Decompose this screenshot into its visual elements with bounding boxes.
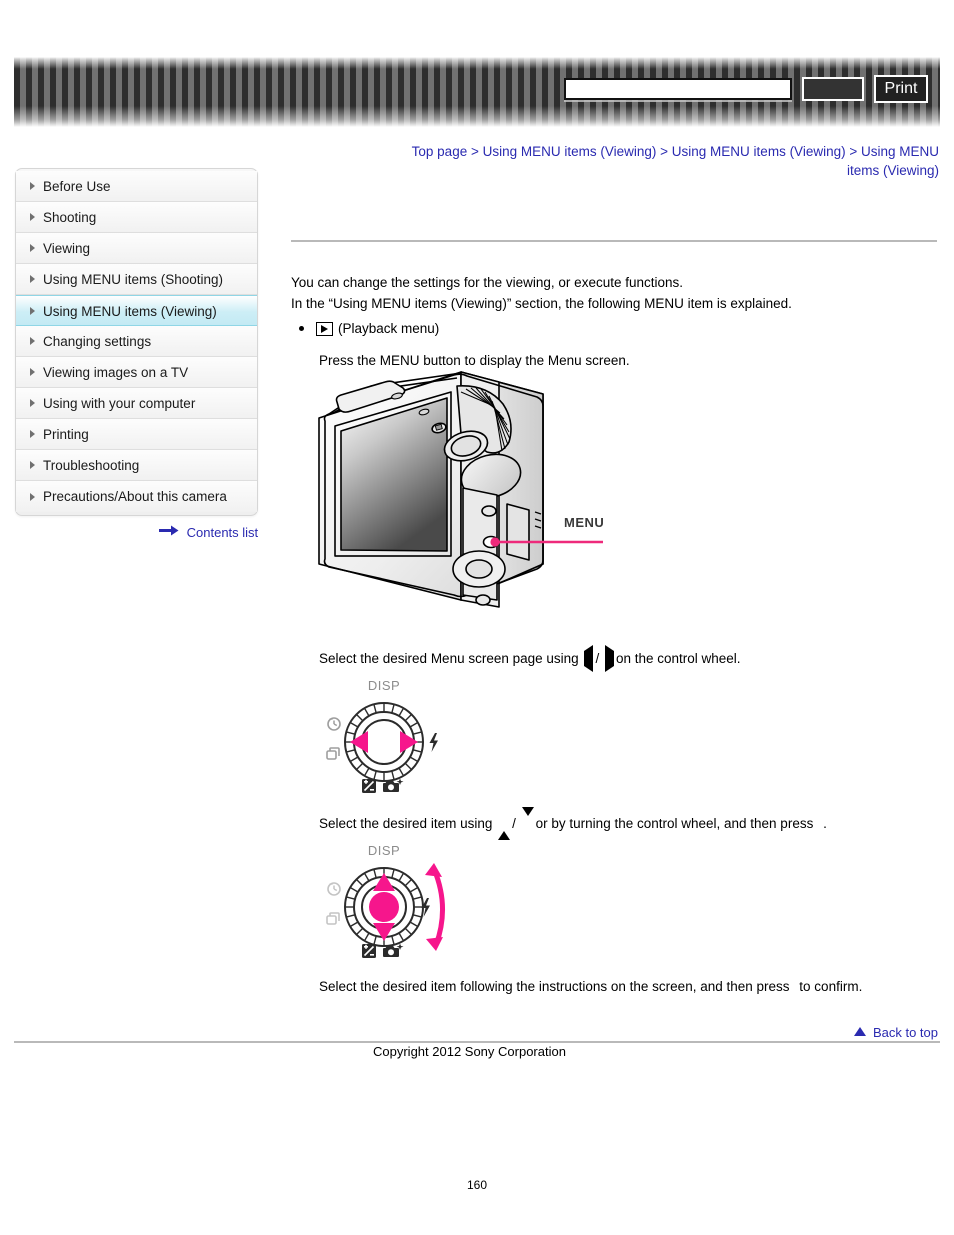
self-timer-icon — [327, 882, 341, 896]
svg-text:DISP: DISP — [368, 843, 400, 858]
sidebar-item-printing[interactable]: Printing — [16, 419, 257, 450]
content-divider — [291, 240, 937, 242]
sidebar-item-before-use[interactable]: Before Use — [16, 171, 257, 202]
sidebar-item-label: Before Use — [43, 179, 111, 194]
menu-callout-label: MENU — [564, 515, 605, 530]
breadcrumb-separator: > — [656, 144, 672, 159]
main-content: You can change the settings for the view… — [291, 240, 937, 371]
bullet-icon — [299, 326, 304, 331]
breadcrumb: Top page > Using MENU items (Viewing) > … — [404, 142, 939, 180]
camera-rear-illustration: MENU — [311, 364, 621, 644]
self-timer-icon — [327, 717, 341, 731]
control-wheel-illustration-lr: DISP — [316, 676, 466, 803]
exposure-compensation-icon — [362, 779, 376, 793]
arrow-right-icon — [159, 524, 179, 539]
chevron-right-icon — [30, 368, 35, 376]
chevron-right-icon — [30, 275, 35, 283]
arrow-up-icon — [498, 816, 511, 840]
step-1-text-b: on the control wheel. — [615, 651, 741, 666]
step-1-separator: / — [595, 651, 600, 666]
sidebar-item-label: Printing — [43, 427, 89, 442]
sidebar-item-label: Using MENU items (Shooting) — [43, 272, 224, 287]
svg-text:DISP: DISP — [368, 678, 400, 693]
chevron-right-icon — [30, 430, 35, 438]
sidebar-nav: Before Use Shooting Viewing Using MENU i… — [15, 168, 258, 516]
chevron-right-icon — [30, 337, 35, 345]
back-to-top-label: Back to top — [872, 1025, 938, 1041]
contents-list-label: Contents list — [186, 525, 259, 541]
sidebar-item-label: Troubleshooting — [43, 458, 140, 473]
sidebar-item-label: Using with your computer — [43, 396, 196, 411]
sidebar-item-label: Viewing — [43, 241, 91, 256]
intro-line-1: You can change the settings for the view… — [291, 275, 684, 290]
step-3-text-b: to confirm. — [799, 979, 863, 994]
arrow-left-icon — [584, 645, 594, 672]
chevron-right-icon — [30, 461, 35, 469]
breadcrumb-item-0[interactable]: Top page — [412, 144, 468, 159]
sidebar-item-label: Shooting — [43, 210, 97, 225]
playback-menu-label: (Playback menu) — [338, 321, 440, 336]
copyright-text: Copyright 2012 Sony Corporation — [373, 1044, 566, 1059]
chevron-right-icon — [30, 492, 35, 501]
triangle-up-icon — [854, 1027, 867, 1037]
header-banner: Print — [14, 57, 940, 127]
step-2-separator: / — [512, 816, 516, 831]
page-number: 160 — [466, 1178, 488, 1192]
sidebar-item-precautions-about-this-camera[interactable]: Precautions/About this camera — [16, 481, 257, 512]
chevron-right-icon — [30, 306, 35, 315]
breadcrumb-item-3[interactable]: Using MENU items (Viewing) — [847, 144, 939, 178]
step-select-page-text: Select the desired Menu screen page usin… — [319, 645, 741, 672]
sidebar-item-shooting[interactable]: Shooting — [16, 202, 257, 233]
playback-menu-bullet: (Playback menu) — [291, 321, 937, 336]
search-button[interactable] — [802, 77, 864, 101]
step-2-text-c: . — [823, 816, 827, 831]
step-2-text-a: Select the desired item using — [319, 816, 493, 831]
sidebar-item-using-menu-items-shooting[interactable]: Using MENU items (Shooting) — [16, 264, 257, 295]
sidebar-item-label: Using MENU items (Viewing) — [43, 304, 217, 319]
breadcrumb-separator: > — [845, 144, 861, 159]
breadcrumb-item-1[interactable]: Using MENU items (Viewing) — [483, 144, 657, 159]
step-3-text-a: Select the desired item following the in… — [319, 979, 790, 994]
step-2-text-b: or by turning the control wheel, and the… — [535, 816, 814, 831]
sidebar-item-label: Viewing images on a TV — [43, 365, 189, 380]
chevron-right-icon — [30, 244, 35, 252]
sidebar-item-troubleshooting[interactable]: Troubleshooting — [16, 450, 257, 481]
step-select-item-text: Select the desired item using / or by tu… — [319, 807, 827, 840]
contents-list-link[interactable]: Contents list — [159, 524, 258, 540]
sidebar-item-label: Changing settings — [43, 334, 152, 349]
chevron-right-icon — [30, 182, 35, 190]
chevron-right-icon — [30, 399, 35, 407]
back-to-top-link[interactable]: Back to top — [854, 1024, 938, 1040]
playback-icon — [316, 321, 333, 336]
burst-mode-icon — [326, 912, 340, 925]
sidebar-item-using-with-your-computer[interactable]: Using with your computer — [16, 388, 257, 419]
sidebar-item-label: Precautions/About this camera — [43, 489, 227, 504]
control-wheel-illustration-ud: DISP — [316, 841, 466, 968]
arrow-right-icon — [604, 645, 614, 672]
footer-divider — [14, 1041, 940, 1043]
header-controls: Print — [564, 75, 928, 103]
breadcrumb-item-2[interactable]: Using MENU items (Viewing) — [672, 144, 846, 159]
breadcrumb-separator: > — [467, 144, 483, 159]
sidebar-item-viewing-images-on-a-tv[interactable]: Viewing images on a TV — [16, 357, 257, 388]
search-input[interactable] — [564, 78, 792, 100]
step-confirm-text: Select the desired item following the in… — [319, 976, 862, 997]
arrow-down-icon — [521, 807, 534, 831]
sidebar-item-changing-settings[interactable]: Changing settings — [16, 326, 257, 357]
chevron-right-icon — [30, 213, 35, 221]
exposure-compensation-icon — [362, 944, 376, 958]
print-button[interactable]: Print — [874, 75, 928, 103]
intro-line-2: In the “Using MENU items (Viewing)” sect… — [291, 296, 792, 311]
flash-icon — [429, 733, 438, 752]
sidebar-item-viewing[interactable]: Viewing — [16, 233, 257, 264]
burst-mode-icon — [326, 747, 340, 760]
sidebar-item-using-menu-items-viewing[interactable]: Using MENU items (Viewing) — [16, 295, 257, 326]
step-1-text-a: Select the desired Menu screen page usin… — [319, 651, 579, 666]
